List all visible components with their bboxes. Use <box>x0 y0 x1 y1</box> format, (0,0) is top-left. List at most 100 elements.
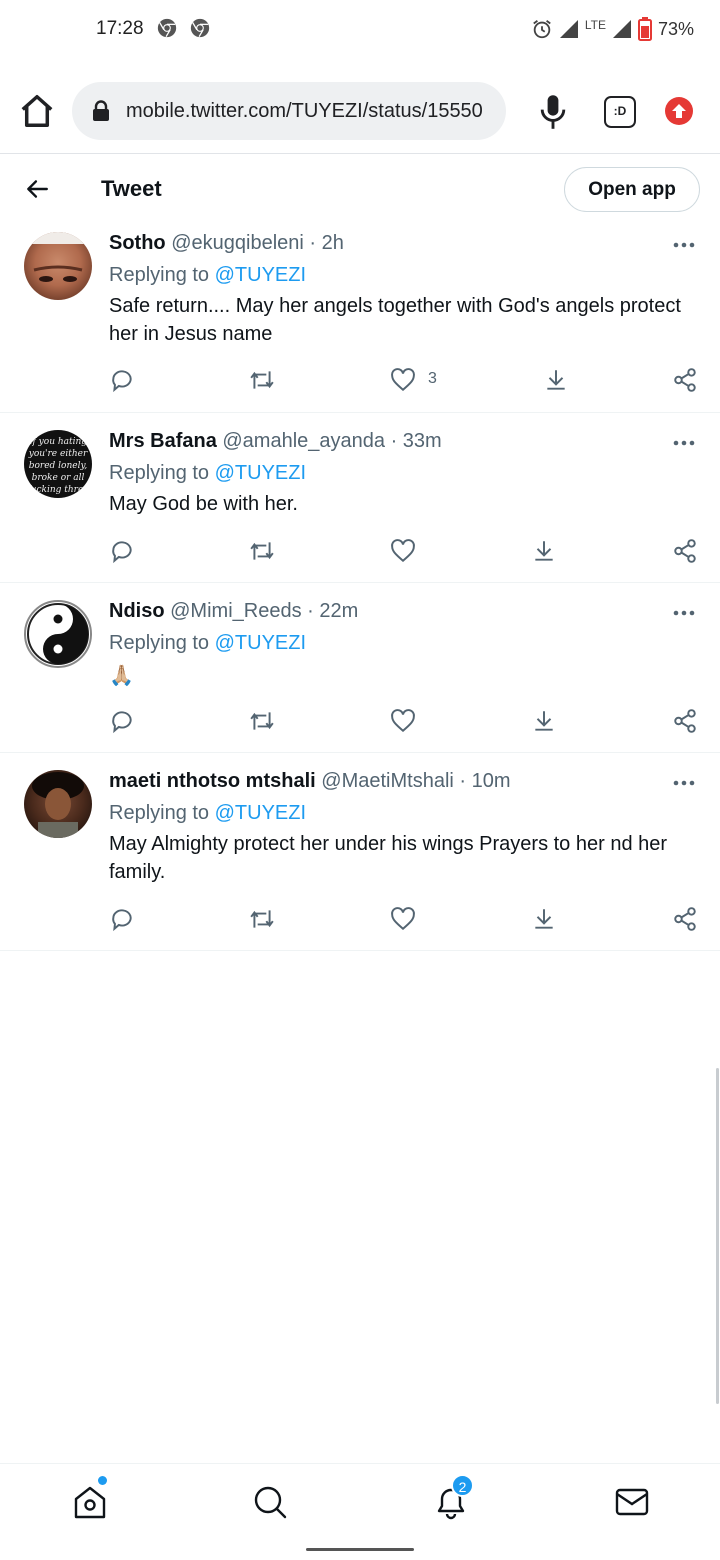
tweet-text: 🙏🏼 <box>109 665 134 687</box>
url-bar[interactable]: mobile.twitter.com/TUYEZI/status/15550 <box>72 82 506 140</box>
like-icon[interactable] <box>390 538 416 564</box>
upload-icon[interactable] <box>664 96 694 126</box>
replying-to: Replying to @TUYEZI <box>109 802 306 825</box>
mic-icon[interactable] <box>538 94 568 130</box>
reply-icon[interactable] <box>109 708 135 734</box>
mention-link[interactable]: @TUYEZI <box>215 802 306 824</box>
tweet-header: Tweet Open app <box>0 154 720 224</box>
more-options-icon[interactable] <box>672 439 696 447</box>
retweet-icon[interactable] <box>249 538 275 564</box>
bottom-nav <box>0 1463 720 1537</box>
handle[interactable]: @Mimi_Reeds <box>170 600 301 622</box>
timestamp: · 33m <box>390 430 442 452</box>
display-name[interactable]: maeti nthotso mtshali <box>109 770 316 792</box>
url-text: mobile.twitter.com/TUYEZI/status/15550 <box>126 100 483 122</box>
battery-icon <box>637 17 652 41</box>
avatar[interactable]: If you hating you're either bored lonely… <box>24 430 92 498</box>
share-download-icon[interactable] <box>543 367 569 393</box>
mention-link[interactable]: @TUYEZI <box>215 264 306 286</box>
reply-meta: maeti nthotso mtshali @MaetiMtshali · 10… <box>109 770 511 793</box>
share-icon[interactable] <box>672 367 698 393</box>
reply-meta: Sotho @ekugqibeleni · 2h <box>109 232 344 255</box>
timestamp: · 10m <box>459 770 511 792</box>
mention-link[interactable]: @TUYEZI <box>215 632 306 654</box>
alarm-icon <box>533 20 551 39</box>
page-title: Tweet <box>101 176 162 201</box>
tweet-text: Safe return.... May her angels together … <box>109 295 681 345</box>
reply-icon[interactable] <box>109 367 135 393</box>
reply-tweet[interactable]: If you hating you're either bored lonely… <box>0 413 720 583</box>
share-download-icon[interactable] <box>531 708 557 734</box>
timestamp: · 2h <box>309 232 344 254</box>
reply-meta: Ndiso @Mimi_Reeds · 22m <box>109 600 358 623</box>
share-download-icon[interactable] <box>531 538 557 564</box>
lock-icon <box>93 100 109 121</box>
avatar[interactable] <box>24 600 92 668</box>
status-bar: 17:28 LTE 73% <box>0 0 720 60</box>
signal-icon <box>559 20 578 38</box>
replying-prefix: Replying to <box>109 802 210 824</box>
reply-icon[interactable] <box>109 538 135 564</box>
home-icon[interactable] <box>72 1484 108 1520</box>
replying-to: Replying to @TUYEZI <box>109 632 306 655</box>
browser-toolbar: mobile.twitter.com/TUYEZI/status/15550 :… <box>0 80 720 144</box>
replying-prefix: Replying to <box>109 632 210 654</box>
more-options-icon[interactable] <box>672 779 696 787</box>
status-right: LTE 73% <box>531 16 694 42</box>
open-app-button[interactable]: Open app <box>564 167 700 212</box>
action-bar <box>0 538 720 568</box>
share-icon[interactable] <box>672 906 698 932</box>
more-options-icon[interactable] <box>672 241 696 249</box>
avatar[interactable] <box>24 770 92 838</box>
like-count: 3 <box>428 370 437 387</box>
network-type: LTE <box>584 18 606 32</box>
reply-tweet[interactable]: Sotho @ekugqibeleni · 2h Replying to @TU… <box>0 224 720 413</box>
tab-switcher-icon[interactable]: :D <box>604 96 636 128</box>
avatar[interactable] <box>24 232 92 300</box>
battery-level: 73% <box>657 18 694 39</box>
action-bar <box>0 906 720 936</box>
like-icon[interactable] <box>390 708 416 734</box>
handle[interactable]: @MaetiMtshali <box>321 770 454 792</box>
action-bar: 3 <box>0 367 720 397</box>
reply-icon[interactable] <box>109 906 135 932</box>
share-icon[interactable] <box>672 538 698 564</box>
display-name[interactable]: Mrs Bafana <box>109 430 217 452</box>
replying-to: Replying to @TUYEZI <box>109 462 306 485</box>
replying-prefix: Replying to <box>109 462 210 484</box>
chrome-icon <box>190 18 210 38</box>
more-options-icon[interactable] <box>672 609 696 617</box>
share-icon[interactable] <box>672 708 698 734</box>
browser-home-icon[interactable] <box>18 92 56 130</box>
status-time: 17:28 <box>96 18 144 39</box>
replying-prefix: Replying to <box>109 264 210 286</box>
tweet-text: May Almighty protect her under his wings… <box>109 833 668 883</box>
mention-link[interactable]: @TUYEZI <box>215 462 306 484</box>
scrollbar[interactable] <box>716 1068 719 1404</box>
handle[interactable]: @amahle_ayanda <box>222 430 385 452</box>
retweet-icon[interactable] <box>249 906 275 932</box>
mail-icon[interactable] <box>614 1484 650 1520</box>
tweet-text: May God be with her. <box>109 493 298 515</box>
retweet-icon[interactable] <box>249 708 275 734</box>
signal-icon <box>612 20 631 38</box>
share-download-icon[interactable] <box>531 906 557 932</box>
reply-tweet[interactable]: maeti nthotso mtshali @MaetiMtshali · 10… <box>0 753 720 951</box>
notification-badge: 2 <box>451 1474 474 1497</box>
like-icon[interactable] <box>390 367 416 393</box>
gesture-bar[interactable] <box>306 1548 414 1551</box>
back-arrow-icon[interactable] <box>24 176 50 202</box>
display-name[interactable]: Ndiso <box>109 600 165 622</box>
chrome-icon <box>157 18 177 38</box>
handle[interactable]: @ekugqibeleni <box>171 232 304 254</box>
display-name[interactable]: Sotho <box>109 232 166 254</box>
reply-meta: Mrs Bafana @amahle_ayanda · 33m <box>109 430 442 453</box>
timestamp: · 22m <box>307 600 359 622</box>
retweet-icon[interactable] <box>249 367 275 393</box>
unread-dot <box>98 1476 107 1485</box>
avatar-text: If you hating you're either bored lonely… <box>27 437 89 495</box>
search-icon[interactable] <box>252 1484 288 1520</box>
action-bar <box>0 708 720 738</box>
reply-tweet[interactable]: Ndiso @Mimi_Reeds · 22m Replying to @TUY… <box>0 583 720 753</box>
like-icon[interactable] <box>390 906 416 932</box>
